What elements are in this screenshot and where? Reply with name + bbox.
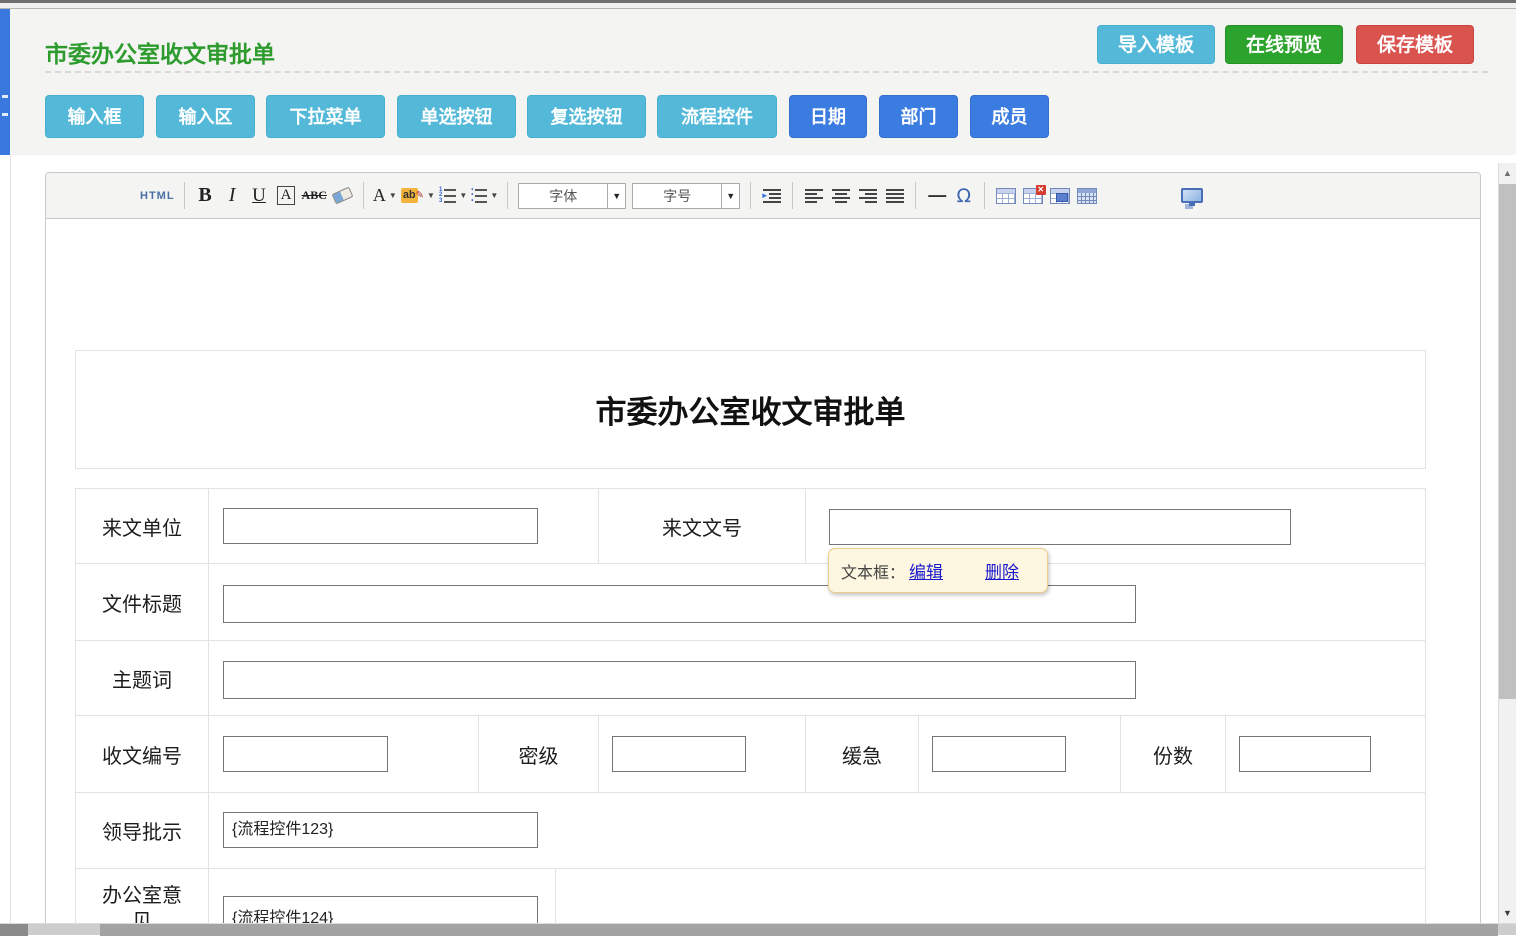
left-accent-bar [0, 9, 10, 155]
doc-number-label-cell: 来文文号 [599, 489, 806, 564]
add-date-button[interactable]: 日期 [789, 95, 867, 138]
source-unit-input[interactable] [223, 508, 538, 544]
align-right-icon[interactable] [854, 181, 881, 211]
chevron-down-icon[interactable]: ▼ [607, 184, 625, 208]
toolbar-separator [184, 182, 185, 209]
special-character-icon[interactable]: Ω [950, 181, 977, 211]
header-divider [45, 71, 1488, 73]
toolbar-separator [915, 182, 916, 209]
tooltip-label: 文本框： [841, 559, 905, 583]
form-title: 市委办公室收文审批单 [76, 351, 1425, 468]
receipt-no-label-cell: 收文编号 [76, 716, 209, 793]
window-top-edge [0, 0, 1516, 9]
table-properties-icon[interactable] [1073, 181, 1100, 211]
subject-label-cell: 主题词 [76, 641, 209, 716]
italic-icon[interactable]: I [219, 181, 246, 211]
align-center-icon[interactable] [827, 181, 854, 211]
delete-table-icon[interactable]: ✕ [1019, 181, 1046, 211]
horizontal-rule-icon[interactable]: — [923, 181, 950, 211]
toolbar-separator [750, 182, 751, 209]
header-panel: 市委办公室收文审批单 导入模板 在线预览 保存模板 输入框 输入区 下拉菜单 单… [10, 9, 1516, 155]
add-flow-control-button[interactable]: 流程控件 [657, 95, 777, 138]
align-justify-icon[interactable] [881, 181, 908, 211]
form-table: 来文单位 来文文号 文件标题 主题词 收文编号 密级 [75, 488, 1426, 935]
indent-icon[interactable] [758, 181, 785, 211]
tooltip-edit-link[interactable]: 编辑 [909, 558, 943, 583]
page-title: 市委办公室收文审批单 [45, 35, 275, 69]
scrollbar-thumb[interactable] [1499, 184, 1516, 699]
font-family-select[interactable]: 字体 ▼ [518, 183, 626, 209]
add-radio-button[interactable]: 单选按钮 [397, 95, 516, 138]
rich-text-editor: HTML B I U A ABC A▼ ab✎▼ 123 ▼ ••• ▼ 字体 … [45, 172, 1481, 935]
urgency-input[interactable] [932, 736, 1066, 772]
html-source-icon[interactable]: HTML [138, 181, 177, 211]
online-preview-button[interactable]: 在线预览 [1225, 25, 1343, 64]
unordered-list-icon[interactable]: ••• ▼ [469, 181, 500, 211]
add-input-area-button[interactable]: 输入区 [156, 95, 255, 138]
eraser-icon[interactable] [329, 181, 356, 211]
toolbar-separator [507, 182, 508, 209]
scrollbar-corner [0, 924, 28, 936]
add-member-button[interactable]: 成员 [970, 95, 1049, 138]
scroll-up-icon[interactable]: ▲ [1499, 163, 1516, 183]
horizontal-scrollbar[interactable] [0, 923, 1516, 935]
align-left-icon[interactable] [800, 181, 827, 211]
insert-table-icon[interactable] [992, 181, 1019, 211]
source-unit-label-cell: 来文单位 [76, 489, 209, 564]
editor-toolbar: HTML B I U A ABC A▼ ab✎▼ 123 ▼ ••• ▼ 字体 … [46, 173, 1480, 219]
leader-note-label-cell: 领导批示 [76, 793, 209, 869]
security-label-cell: 密级 [479, 716, 599, 793]
fullscreen-icon[interactable] [1178, 181, 1205, 211]
doc-number-input[interactable] [829, 509, 1291, 545]
accent-glyph [2, 113, 8, 116]
form-title-cell: 市委办公室收文审批单 [76, 351, 1426, 469]
cell-properties-icon[interactable] [1046, 181, 1073, 211]
tooltip-delete-link[interactable]: 删除 [985, 558, 1019, 583]
font-color-icon[interactable]: A▼ [371, 181, 399, 211]
subject-input[interactable] [223, 661, 1136, 699]
copies-input[interactable] [1239, 736, 1371, 772]
vertical-scrollbar[interactable]: ▲ ▼ [1498, 163, 1516, 923]
add-dropdown-button[interactable]: 下拉菜单 [266, 95, 385, 138]
add-input-box-button[interactable]: 输入框 [45, 95, 144, 138]
chevron-down-icon[interactable]: ▼ [721, 184, 739, 208]
copies-label-cell: 份数 [1121, 716, 1226, 793]
scroll-down-icon[interactable]: ▼ [1499, 903, 1516, 923]
add-checkbox-button[interactable]: 复选按钮 [527, 95, 646, 138]
toolbar-separator [984, 182, 985, 209]
control-tooltip: 文本框： 编辑 删除 [828, 548, 1048, 593]
form-title-table: 市委办公室收文审批单 [75, 350, 1426, 469]
text-style-icon[interactable]: A [273, 181, 300, 211]
horizontal-scrollbar-thumb[interactable] [100, 924, 1498, 936]
font-size-select[interactable]: 字号 ▼ [632, 183, 740, 209]
leader-note-input[interactable]: {流程控件123} [223, 812, 538, 848]
strikethrough-icon[interactable]: ABC [300, 181, 329, 211]
save-template-button[interactable]: 保存模板 [1356, 25, 1474, 64]
ordered-list-icon[interactable]: 123 ▼ [437, 181, 469, 211]
import-template-button[interactable]: 导入模板 [1097, 25, 1215, 64]
receipt-no-input[interactable] [223, 736, 388, 772]
toolbar-separator [363, 182, 364, 209]
toolbar-separator [792, 182, 793, 209]
doc-title-label-cell: 文件标题 [76, 564, 209, 641]
left-divider [10, 155, 11, 935]
editor-canvas[interactable]: 市委办公室收文审批单 来文单位 来文文号 文件标题 主题词 [46, 219, 1480, 935]
accent-glyph [2, 95, 8, 98]
highlight-color-icon[interactable]: ab✎▼ [399, 181, 437, 211]
add-department-button[interactable]: 部门 [879, 95, 958, 138]
bold-icon[interactable]: B [192, 181, 219, 211]
underline-icon[interactable]: U [246, 181, 273, 211]
urgency-label-cell: 缓急 [806, 716, 919, 793]
security-input[interactable] [612, 736, 746, 772]
